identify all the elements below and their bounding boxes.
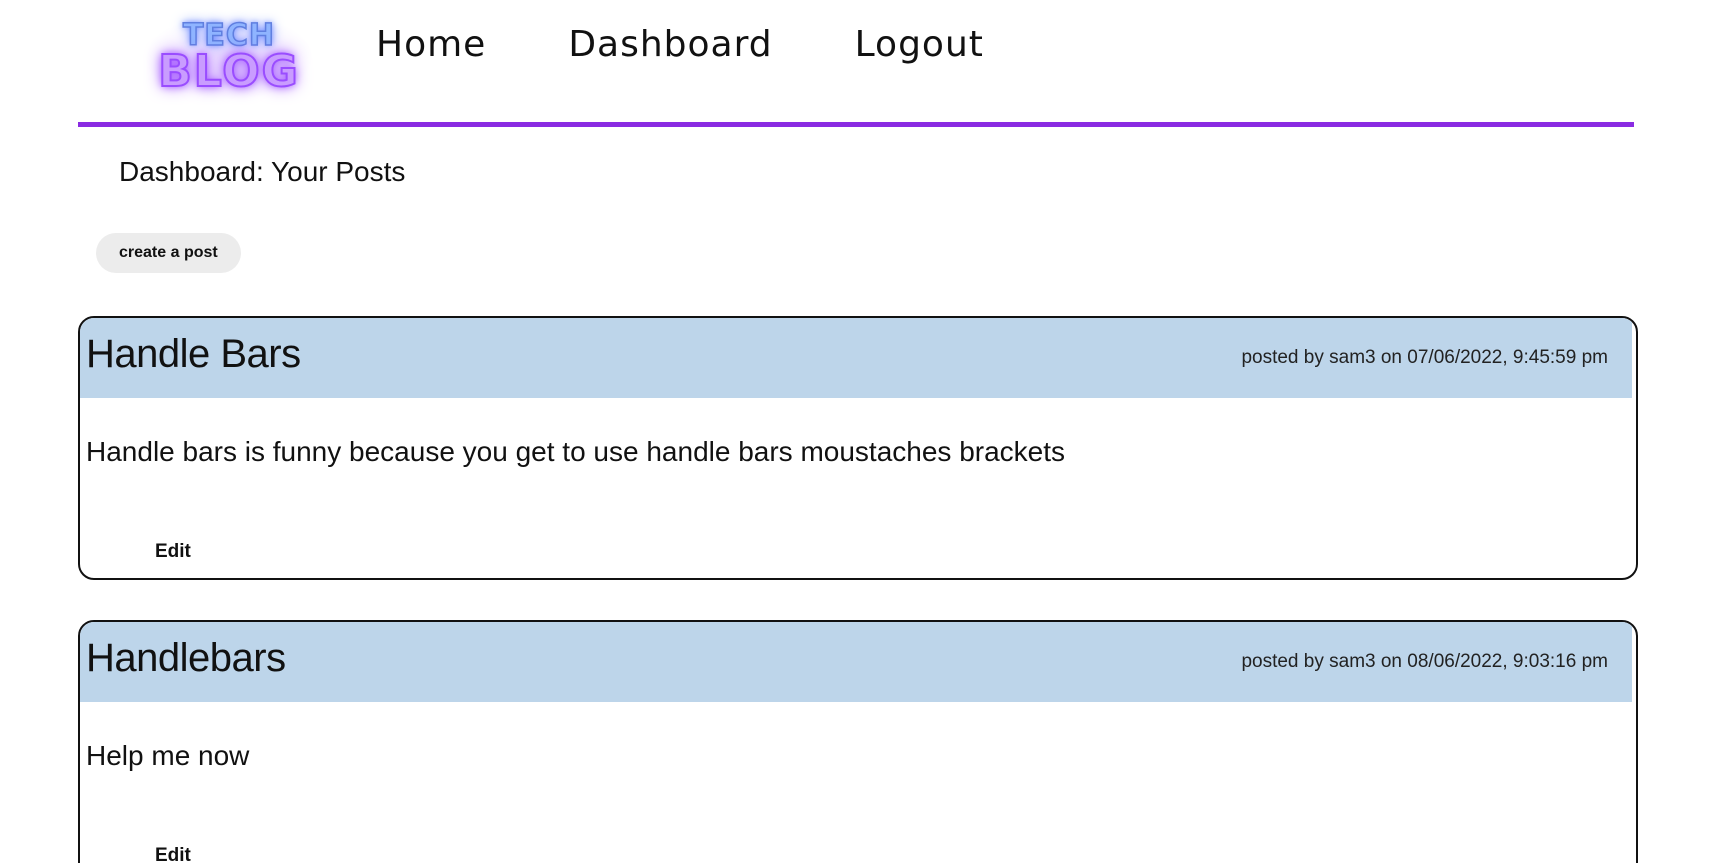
post-header: Handlebars posted by sam3 on 08/06/2022,… xyxy=(80,622,1632,702)
post-body: Handle bars is funny because you get to … xyxy=(86,436,1066,467)
post-meta: posted by sam3 on 07/06/2022, 9:45:59 pm xyxy=(1241,347,1608,368)
nav-home-link[interactable]: Home xyxy=(376,20,486,70)
tech-blog-logo[interactable]: TECH BLOG xyxy=(144,14,314,100)
post-card: Handlebars posted by sam3 on 08/06/2022,… xyxy=(78,620,1638,863)
edit-post-link[interactable]: Edit xyxy=(155,844,191,863)
logo-text-bottom: BLOG xyxy=(157,46,300,97)
nav-dashboard-link[interactable]: Dashboard xyxy=(568,20,772,70)
post-header: Handle Bars posted by sam3 on 07/06/2022… xyxy=(80,318,1632,398)
post-meta: posted by sam3 on 08/06/2022, 9:03:16 pm xyxy=(1241,651,1608,672)
site-header: TECH BLOG Home Dashboard Logout xyxy=(78,0,1634,127)
nav-logout-link[interactable]: Logout xyxy=(855,20,984,70)
post-body: Help me now xyxy=(86,740,250,771)
post-title[interactable]: Handlebars xyxy=(86,632,286,684)
create-post-button[interactable]: create a post xyxy=(96,233,241,273)
page-title: Dashboard: Your Posts xyxy=(119,156,406,187)
post-title[interactable]: Handle Bars xyxy=(86,328,301,380)
post-card: Handle Bars posted by sam3 on 07/06/2022… xyxy=(78,316,1638,580)
main-nav: Home Dashboard Logout xyxy=(376,20,984,70)
edit-post-link[interactable]: Edit xyxy=(155,540,191,564)
page: TECH BLOG Home Dashboard Logout Dashboar… xyxy=(0,0,1720,863)
